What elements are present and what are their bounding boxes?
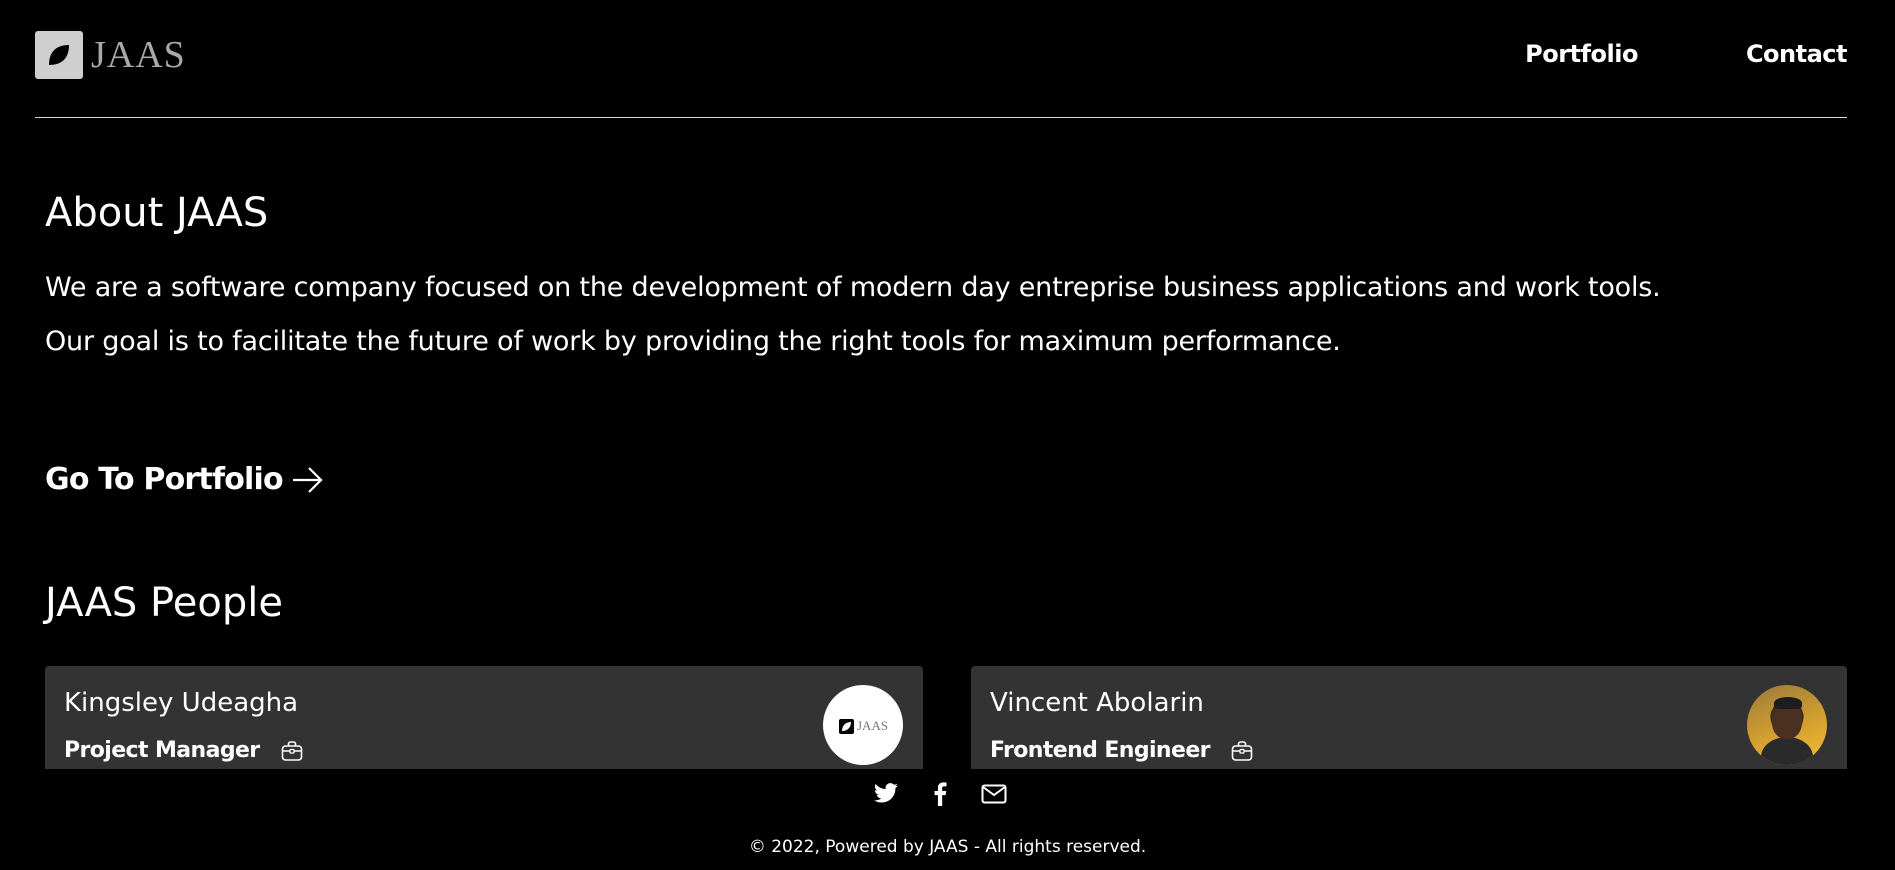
about-title: About JAAS [45,190,269,236]
briefcase-icon [1231,740,1253,761]
person-role-label: Project Manager [64,738,260,763]
site-header: JAAS Portfolio Contact [35,0,1848,118]
person-card[interactable]: Vincent Abolarin Frontend Engineer [971,666,1847,769]
person-role-label: Frontend Engineer [990,738,1210,763]
person-name: Vincent Abolarin [990,688,1204,718]
logo-link[interactable]: JAAS [35,31,186,79]
briefcase-icon [281,740,302,761]
twitter-icon[interactable] [873,783,899,809]
nav-link-portfolio[interactable]: Portfolio [1525,40,1638,68]
person-role: Project Manager [64,738,304,763]
go-to-portfolio-link[interactable]: Go To Portfolio [45,462,325,497]
logo-text: JAAS [91,34,186,76]
main-nav: Portfolio Contact [1525,40,1847,68]
person-name: Kingsley Udeagha [64,688,299,718]
person-role: Frontend Engineer [990,738,1254,763]
go-to-portfolio-label: Go To Portfolio [45,462,284,497]
about-paragraph-1: We are a software company focused on the… [45,272,1661,303]
nav-link-contact[interactable]: Contact [1746,40,1848,68]
mail-icon[interactable] [981,784,1007,808]
arrow-right-icon [292,466,323,493]
page: JAAS Portfolio Contact About JAAS We are… [0,0,1895,870]
copyright-text: © 2022, Powered by JAAS - All rights res… [748,837,1147,857]
people-title: JAAS People [45,580,283,626]
person-card[interactable]: Kingsley Udeagha Project Manager JAAS [45,666,923,769]
avatar-logo-text: JAAS [857,718,889,733]
about-paragraph-2: Our goal is to facilitate the future of … [45,326,1341,357]
jaas-logo-avatar-icon: JAAS [839,718,888,734]
leaf-logo-icon [35,31,83,79]
avatar-photo [1747,685,1827,765]
avatar: JAAS [823,685,903,765]
facebook-icon[interactable] [933,782,947,810]
social-links [873,782,1007,810]
